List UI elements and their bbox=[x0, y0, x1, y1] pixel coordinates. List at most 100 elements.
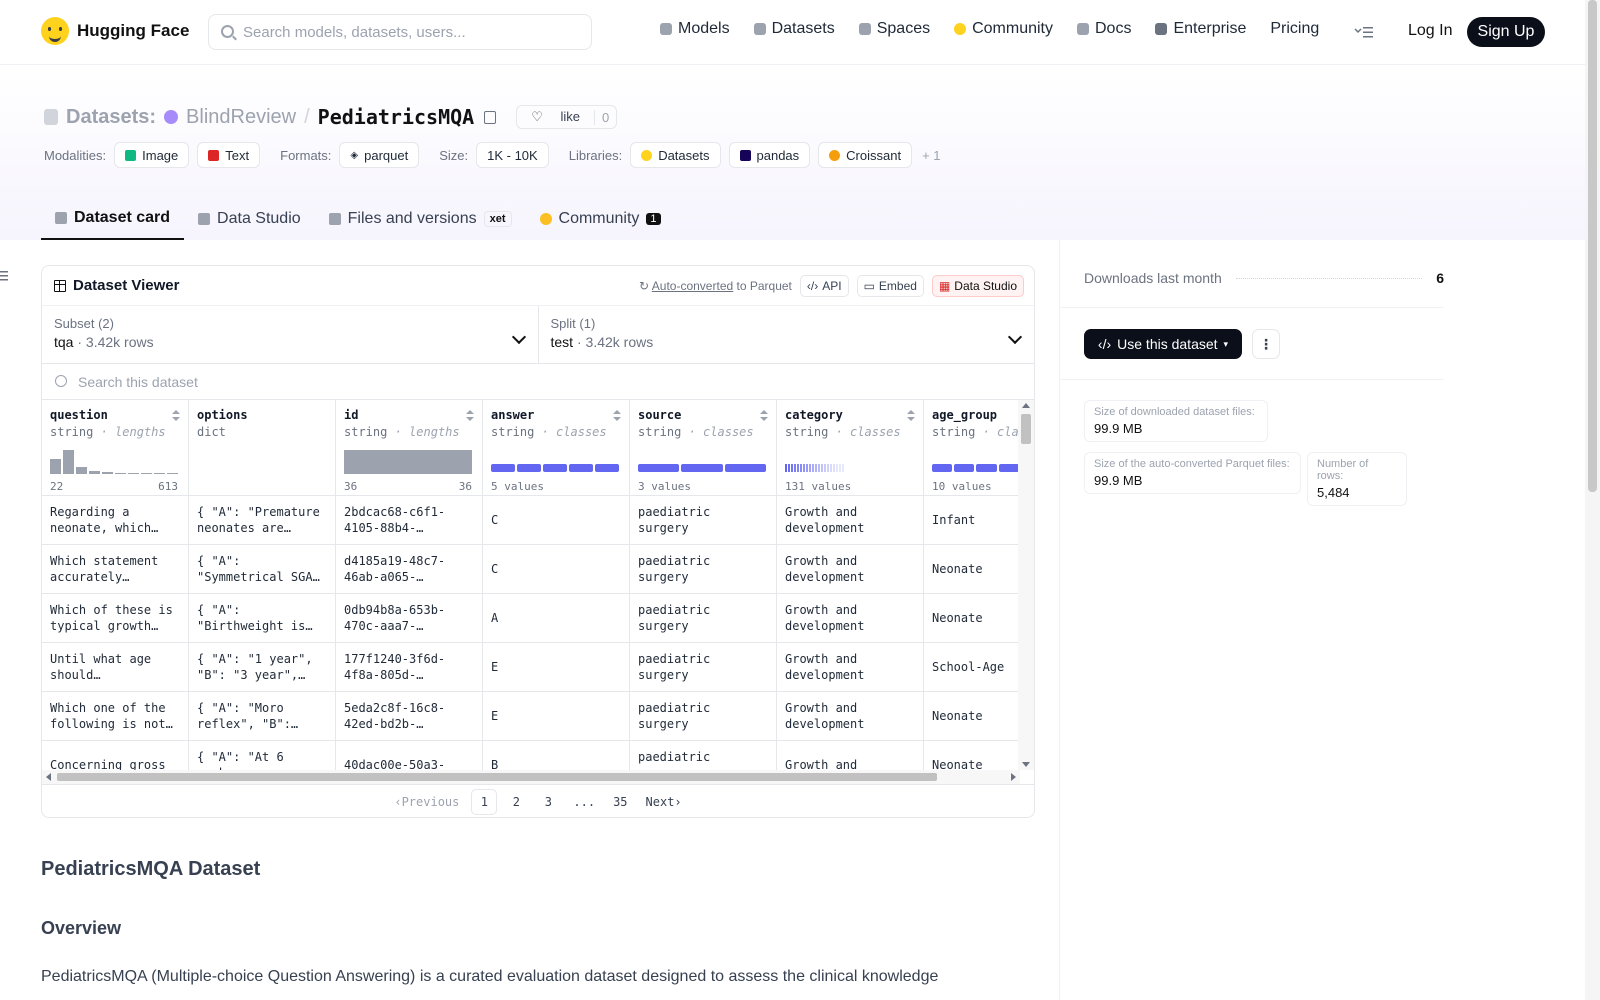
page-1-button[interactable]: 1 bbox=[471, 788, 498, 815]
subset-select[interactable]: Subset (2) tqa · 3.42k rows bbox=[42, 306, 538, 363]
table-cell[interactable]: Neonate bbox=[924, 692, 1020, 741]
table-cell[interactable]: paediatric surgery bbox=[630, 643, 776, 692]
class-bar[interactable] bbox=[954, 464, 975, 472]
table-cell[interactable]: School-Age bbox=[924, 643, 1020, 692]
class-bar[interactable] bbox=[800, 464, 802, 472]
column-header[interactable]: question string · lengths 22 613 bbox=[42, 400, 188, 496]
table-cell[interactable]: Growth and development bbox=[777, 594, 923, 643]
class-bar[interactable] bbox=[842, 464, 844, 472]
hist-bar[interactable] bbox=[344, 450, 472, 474]
section-label[interactable]: Datasets: bbox=[66, 106, 156, 129]
more-menu-icon[interactable] bbox=[1354, 26, 1374, 38]
hist-bar[interactable] bbox=[154, 473, 165, 474]
table-cell[interactable]: C bbox=[483, 545, 629, 594]
nav-models[interactable]: Models bbox=[660, 20, 730, 38]
table-cell[interactable]: Infant bbox=[924, 496, 1020, 545]
sort-icon[interactable] bbox=[172, 410, 180, 422]
class-bar[interactable] bbox=[543, 464, 567, 472]
nav-datasets[interactable]: Datasets bbox=[753, 20, 835, 38]
dataset-name[interactable]: PediatricsMQA bbox=[318, 105, 475, 129]
hist-bar[interactable] bbox=[50, 458, 61, 474]
table-vertical-scrollbar[interactable] bbox=[1018, 400, 1034, 770]
class-bar[interactable] bbox=[724, 464, 766, 472]
class-bar[interactable] bbox=[824, 464, 826, 472]
org-name[interactable]: BlindReview bbox=[186, 106, 296, 129]
table-cell[interactable]: d4185a19-48c7-46ab-a065-… bbox=[336, 545, 482, 594]
library-chip-pandas[interactable]: pandas bbox=[728, 142, 811, 168]
table-cell[interactable]: B bbox=[483, 741, 629, 770]
table-cell[interactable]: 40dac00e-50a3- bbox=[336, 741, 482, 770]
table-cell[interactable]: Concerning gross bbox=[42, 741, 188, 770]
scroll-thumb[interactable] bbox=[57, 773, 937, 781]
class-bar[interactable] bbox=[803, 464, 805, 472]
copy-icon[interactable] bbox=[484, 110, 497, 124]
table-cell[interactable]: { "A": "Moro reflex", "B": "gras… bbox=[189, 692, 335, 741]
class-bar[interactable] bbox=[791, 464, 793, 472]
next-page-button[interactable]: Next › bbox=[640, 789, 688, 815]
sort-icon[interactable] bbox=[907, 410, 915, 422]
table-cell[interactable]: { "A": "Birthweight is two times the… bbox=[189, 594, 335, 643]
hist-bar[interactable] bbox=[76, 467, 87, 474]
table-cell[interactable]: Growth and development bbox=[777, 643, 923, 692]
modality-chip-image[interactable]: Image bbox=[114, 142, 190, 168]
hist-bar[interactable] bbox=[141, 473, 152, 474]
hist-bar[interactable] bbox=[102, 472, 113, 474]
table-cell[interactable]: 177f1240-3f6d-4f8a-805d-… bbox=[336, 643, 482, 692]
class-bar[interactable] bbox=[638, 464, 680, 472]
class-bar[interactable] bbox=[785, 464, 787, 472]
modality-chip-text[interactable]: Text bbox=[197, 142, 261, 168]
column-header[interactable]: source string · classes 3 values bbox=[630, 400, 776, 496]
hist-bar[interactable] bbox=[63, 450, 74, 474]
api-button[interactable]: ‹/› API bbox=[799, 275, 849, 297]
column-header[interactable]: answer string · classes 5 values bbox=[483, 400, 629, 496]
table-cell[interactable]: paediatric surgery bbox=[630, 496, 776, 545]
table-cell[interactable]: paediatric surgery bbox=[630, 594, 776, 643]
class-bar[interactable] bbox=[806, 464, 808, 472]
column-header[interactable]: category string · classes 131 values bbox=[777, 400, 923, 496]
column-header[interactable]: id string · lengths 36 36 bbox=[336, 400, 482, 496]
table-cell[interactable]: paediatric surgery bbox=[630, 545, 776, 594]
table-cell[interactable]: paediatric surgery bbox=[630, 741, 776, 770]
column-header[interactable]: age_groupstring · classes 10 values bbox=[924, 400, 1020, 496]
data-studio-button[interactable]: ▦ Data Studio bbox=[931, 275, 1024, 297]
table-cell[interactable]: 2bdcac68-c6f1-4105-88b4-… bbox=[336, 496, 482, 545]
table-cell[interactable]: 0db94b8a-653b-470c-aaa7-… bbox=[336, 594, 482, 643]
table-cell[interactable]: Neonate bbox=[924, 741, 1020, 770]
class-bar[interactable] bbox=[833, 464, 835, 472]
class-bar[interactable] bbox=[839, 464, 841, 472]
table-cell[interactable]: { "A": "1 year", "B": "3 year", "C":… bbox=[189, 643, 335, 692]
table-cell[interactable]: Neonate bbox=[924, 594, 1020, 643]
class-bar[interactable] bbox=[836, 464, 838, 472]
scroll-thumb[interactable] bbox=[1021, 414, 1031, 444]
class-bar[interactable] bbox=[809, 464, 811, 472]
nav-enterprise[interactable]: Enterprise bbox=[1155, 20, 1246, 38]
nav-spaces[interactable]: Spaces bbox=[858, 20, 930, 38]
table-cell[interactable]: Neonate bbox=[924, 545, 1020, 594]
table-cell[interactable]: 5eda2c8f-16c8-42ed-bd2b-… bbox=[336, 692, 482, 741]
sort-icon[interactable] bbox=[466, 410, 474, 422]
nav-community[interactable]: Community bbox=[954, 20, 1053, 38]
class-bar[interactable] bbox=[821, 464, 823, 472]
class-bar[interactable] bbox=[976, 464, 997, 472]
tab-community[interactable]: Community 1 bbox=[526, 198, 675, 240]
table-cell[interactable]: Which of these is typical growth in… bbox=[42, 594, 188, 643]
class-bar[interactable] bbox=[794, 464, 796, 472]
table-cell[interactable]: Growth and bbox=[777, 741, 923, 770]
class-bar[interactable] bbox=[818, 464, 820, 472]
library-chip-croissant[interactable]: Croissant bbox=[818, 142, 913, 168]
column-header[interactable]: options dict bbox=[189, 400, 335, 496]
format-chip-parquet[interactable]: ◈ parquet bbox=[339, 142, 420, 168]
hist-bar[interactable] bbox=[167, 473, 178, 474]
class-bar[interactable] bbox=[797, 464, 799, 472]
sort-icon[interactable] bbox=[760, 410, 768, 422]
hist-bar[interactable] bbox=[115, 472, 126, 474]
more-libraries-link[interactable]: + 1 bbox=[922, 148, 940, 163]
page-scrollbar[interactable] bbox=[1585, 0, 1600, 1000]
previous-page-button[interactable]: ‹ Previous bbox=[388, 789, 465, 815]
global-search-input[interactable]: Search models, datasets, users... bbox=[208, 14, 592, 50]
class-bar[interactable] bbox=[827, 464, 829, 472]
table-cell[interactable]: { "A": "At 6 weeks, bbox=[189, 741, 335, 770]
size-chip[interactable]: 1K - 10K bbox=[476, 142, 549, 168]
class-bar[interactable] bbox=[569, 464, 593, 472]
table-cell[interactable]: Which one of the following is not… bbox=[42, 692, 188, 741]
